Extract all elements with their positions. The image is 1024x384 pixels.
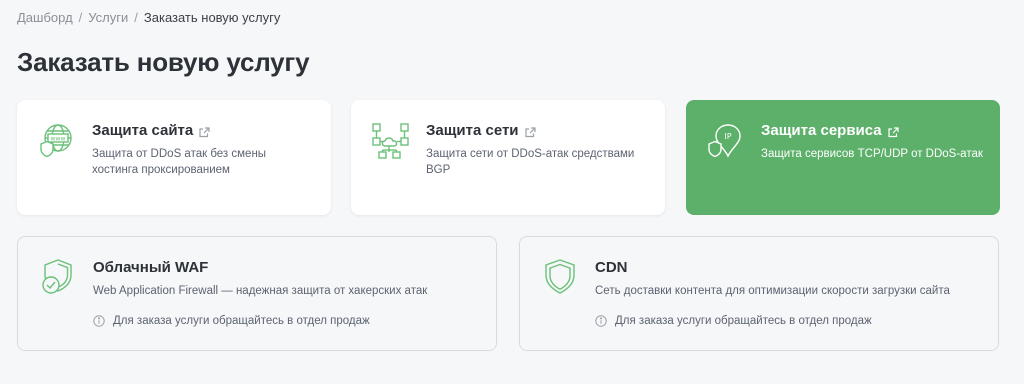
breadcrumb-dashboard[interactable]: Дашборд	[17, 10, 73, 25]
shield-icon	[540, 257, 580, 297]
card-description: Сеть доставки контента для оптимизации с…	[595, 285, 950, 297]
card-description: Web Application Firewall — надежная защи…	[93, 285, 428, 297]
card-title: Защита сети	[426, 122, 519, 139]
svg-text:www: www	[51, 136, 66, 143]
card-title: Защита сервиса	[761, 122, 882, 139]
card-title: Защита сайта	[92, 122, 194, 139]
service-card-site-protection[interactable]: www Защита сайта Защита от DDoS атак без…	[17, 100, 331, 215]
sales-note-text: Для заказа услуги обращайтесь в отдел пр…	[615, 315, 872, 327]
service-card-service-protection[interactable]: IP Защита сервиса Защита сервисов TCP/UD…	[686, 100, 1000, 215]
breadcrumb-current: Заказать новую услугу	[143, 10, 281, 25]
service-card-cdn: CDN Сеть доставки контента для оптимизац…	[519, 236, 999, 351]
card-description: Защита сети от DDoS-атак средствами BGP	[426, 148, 635, 176]
breadcrumb-services[interactable]: Услуги	[88, 10, 128, 25]
breadcrumb-separator: /	[78, 10, 83, 25]
page-title: Заказать новую услугу	[17, 47, 310, 77]
sales-note: Для заказа услуги обращайтесь в отдел пр…	[93, 315, 370, 327]
card-description: Защита сервисов TCP/UDP от DDoS-атак	[761, 148, 983, 160]
network-icon	[371, 122, 411, 162]
external-link-icon	[888, 125, 899, 138]
info-icon	[93, 315, 105, 327]
globe-shield-icon: www	[37, 122, 77, 162]
sales-note: Для заказа услуги обращайтесь в отдел пр…	[595, 315, 872, 327]
breadcrumb-separator: /	[134, 10, 138, 25]
breadcrumb: Дашборд / Услуги / Заказать новую услугу	[17, 10, 280, 25]
card-title: CDN	[595, 259, 628, 276]
external-link-icon	[199, 125, 210, 138]
service-card-network-protection[interactable]: Защита сети Защита сети от DDoS-атак сре…	[351, 100, 665, 215]
info-icon	[595, 315, 607, 327]
card-description: Защита от DDoS атак без смены хостинга п…	[92, 148, 267, 176]
ip-shield-icon: IP	[706, 122, 746, 162]
sales-note-text: Для заказа услуги обращайтесь в отдел пр…	[113, 315, 370, 327]
svg-text:IP: IP	[724, 132, 731, 141]
shield-check-icon	[38, 257, 78, 297]
external-link-icon	[524, 125, 536, 138]
card-title: Облачный WAF	[93, 259, 209, 276]
service-card-cloud-waf: Облачный WAF Web Application Firewall — …	[17, 236, 497, 351]
